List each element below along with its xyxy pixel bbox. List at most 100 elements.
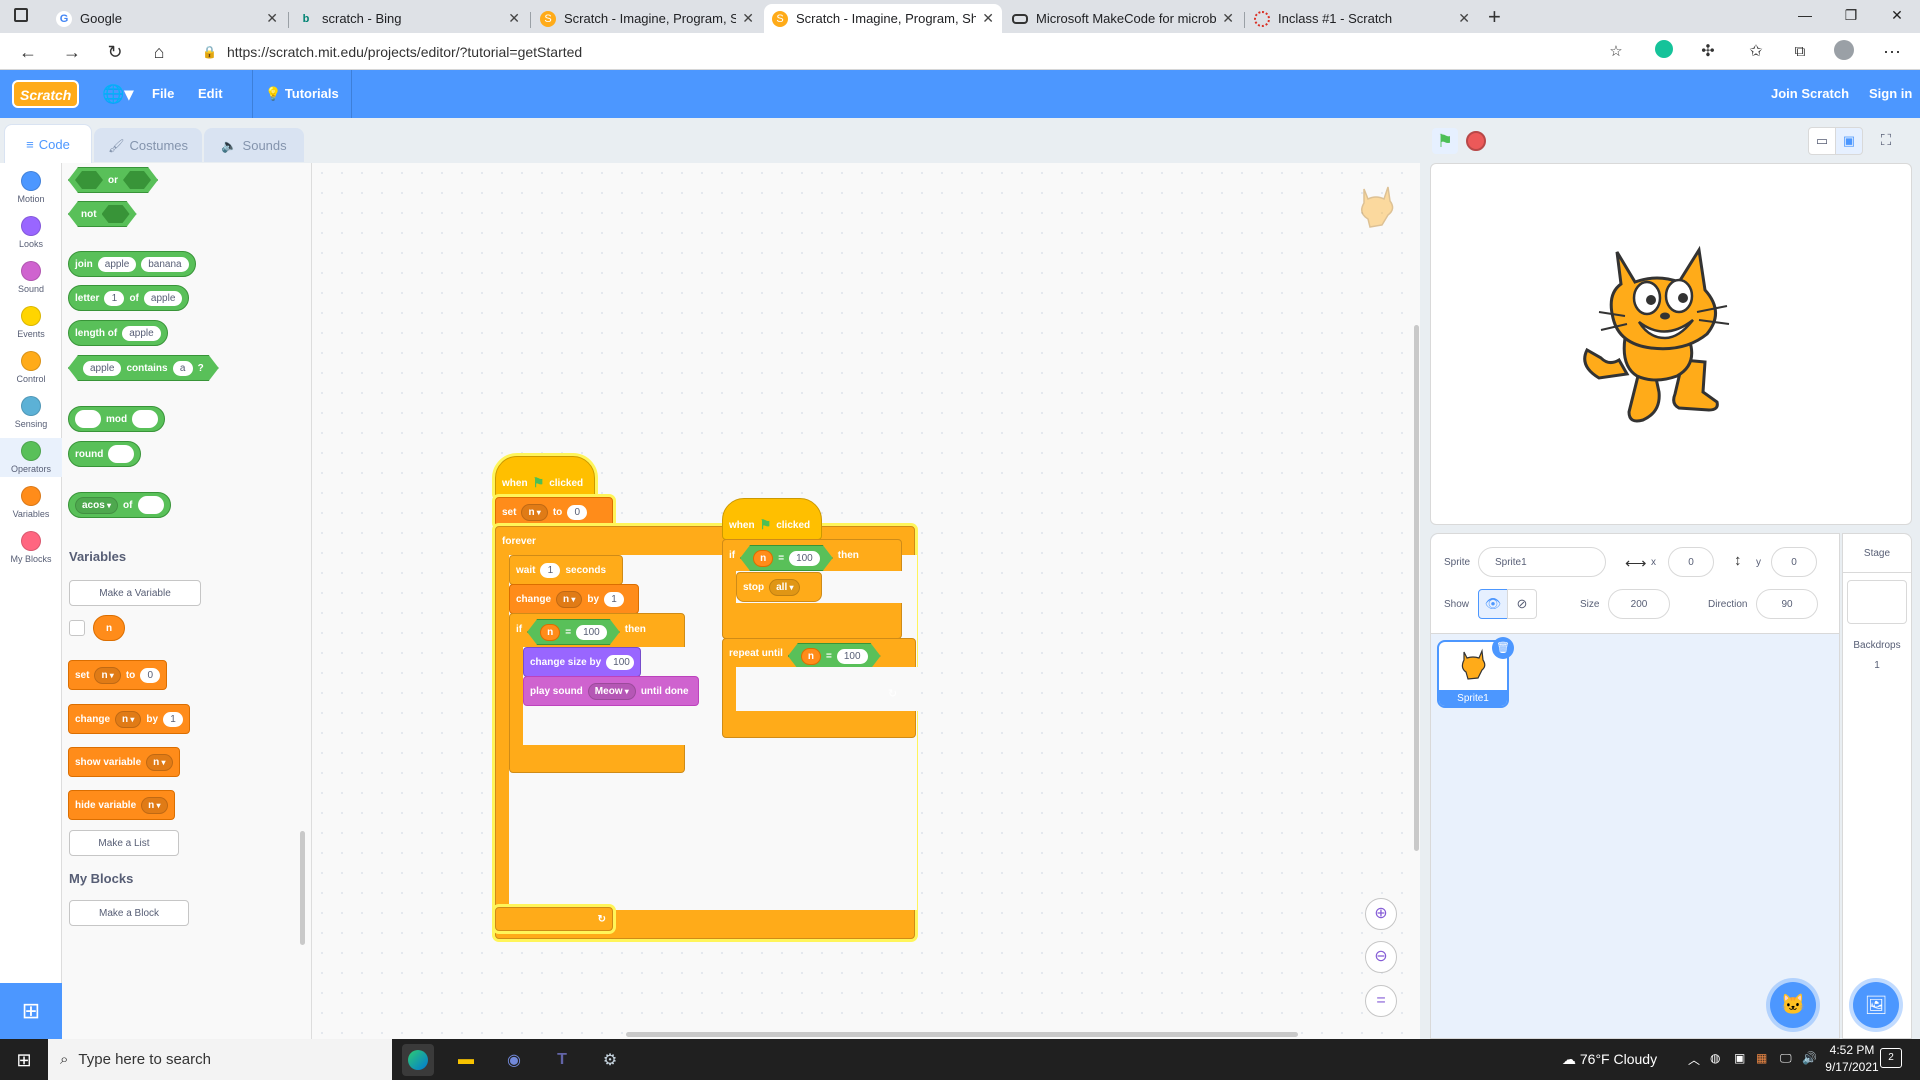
mod-block[interactable]: mod (68, 406, 166, 432)
play-sound-block[interactable]: play soundMeowuntil done (523, 676, 699, 706)
discord-icon[interactable]: ◉ (498, 1044, 530, 1076)
palette-scrollbar[interactable] (300, 831, 305, 945)
make-list-button[interactable]: Make a List (69, 830, 179, 856)
when-flag-clicked-hat[interactable]: when ⚑ clicked (722, 498, 822, 540)
acos-of-block[interactable]: acosof (68, 492, 171, 518)
category-looks[interactable]: Looks (0, 216, 62, 249)
backdrop-thumbnail[interactable] (1847, 580, 1907, 624)
close-tab-icon[interactable]: ✕ (742, 10, 754, 27)
stage-selector[interactable]: Stage Backdrops 1 🖼 (1842, 533, 1912, 1039)
letter-of-block[interactable]: letter 1 of apple (68, 285, 190, 311)
workspace-v-scrollbar[interactable] (1414, 325, 1419, 851)
category-my-blocks[interactable]: My Blocks (0, 531, 62, 564)
code-workspace[interactable]: when⚑clicked setnto0 forever wait1second… (312, 163, 1420, 1039)
zoom-reset-button[interactable]: = (1365, 985, 1397, 1017)
workspace-h-scrollbar[interactable] (626, 1032, 1298, 1037)
tray-app-icon[interactable]: ◍ (1710, 1051, 1720, 1065)
taskbar-search[interactable]: ⌕ Type here to search (48, 1039, 392, 1080)
stop-block[interactable]: stop all (736, 572, 822, 602)
set-n-block[interactable]: setnto0 (495, 497, 613, 527)
more-menu-icon[interactable]: ⋯ (1880, 40, 1904, 64)
scratch-logo[interactable]: Scratch (12, 80, 80, 108)
when-flag-clicked-hat[interactable]: when ⚑ clicked (495, 456, 595, 498)
join-scratch-link[interactable]: Join Scratch (1771, 70, 1849, 118)
equals-operator[interactable]: n = 100 (788, 643, 881, 669)
collections-icon[interactable]: ⧉ (1788, 40, 1812, 64)
zoom-out-button[interactable]: ⊖ (1365, 941, 1397, 973)
tray-app-icon[interactable]: ▦ (1756, 1051, 1767, 1065)
join-block[interactable]: join apple banana (68, 251, 196, 277)
forward-icon[interactable]: → (60, 40, 84, 64)
green-flag-button[interactable]: ⚑ (1432, 128, 1458, 154)
refresh-icon[interactable]: ↻ (103, 40, 127, 64)
teams-icon[interactable]: T (546, 1044, 578, 1076)
y-input[interactable]: 0 (1771, 547, 1817, 577)
wait-block[interactable]: wait 1 seconds (509, 555, 623, 585)
stop-button[interactable] (1466, 131, 1486, 151)
home-icon[interactable]: ⌂ (147, 40, 171, 64)
new-tab-icon[interactable]: + (1488, 4, 1501, 30)
hide-sprite-button[interactable]: ⊘ (1507, 589, 1537, 619)
notification-center[interactable]: 2 (1880, 1048, 1902, 1068)
browser-tab[interactable]: b scratch - Bing ✕ (290, 4, 528, 33)
close-tab-icon[interactable]: ✕ (982, 10, 994, 27)
zoom-in-button[interactable]: ⊕ (1365, 898, 1397, 930)
category-sensing[interactable]: Sensing (0, 396, 62, 429)
change-variable-block[interactable]: changenby1 (68, 704, 191, 734)
restore-icon[interactable]: ❐ (1828, 0, 1874, 33)
choose-sprite-button[interactable]: 🐱 (1770, 982, 1816, 1028)
weather-widget[interactable]: ☁ 76°F Cloudy (1562, 1051, 1657, 1068)
tray-chevron-icon[interactable]: ︿ (1688, 1051, 1700, 1068)
close-tab-icon[interactable]: ✕ (508, 10, 520, 27)
change-size-block[interactable]: change size by 100 (523, 647, 641, 677)
close-tab-icon[interactable]: ✕ (1458, 10, 1470, 27)
file-explorer-icon[interactable]: ▬ (450, 1044, 482, 1076)
make-block-button[interactable]: Make a Block (69, 900, 189, 926)
add-favorite-icon[interactable]: ☆ (1604, 40, 1628, 64)
tray-app-icon[interactable]: ▣ (1734, 1051, 1745, 1065)
browser-tab[interactable]: S Scratch - Imagine, Program, Sha ✕ (532, 4, 762, 33)
file-menu[interactable]: File (152, 70, 174, 118)
favorites-icon[interactable]: ✩ (1744, 40, 1768, 64)
x-input[interactable]: 0 (1668, 547, 1714, 577)
show-variable-block[interactable]: show variable n (68, 747, 180, 777)
network-icon[interactable]: 🖵 (1780, 1051, 1792, 1066)
make-variable-button[interactable]: Make a Variable (69, 580, 201, 606)
browser-tab[interactable]: G Google ✕ (48, 4, 286, 33)
profile-avatar-icon[interactable] (1832, 40, 1856, 64)
tab-code[interactable]: ≡ Code (4, 124, 92, 163)
language-globe-icon[interactable]: 🌐▾ (102, 70, 133, 118)
category-operators[interactable]: Operators (0, 438, 62, 477)
browser-tab-active[interactable]: S Scratch - Imagine, Program, Sha ✕ (764, 4, 1002, 33)
change-n-block[interactable]: changenby1 (509, 584, 639, 614)
large-stage-button[interactable]: ▣ (1835, 127, 1863, 155)
direction-input[interactable]: 90 (1756, 589, 1818, 619)
fullscreen-button[interactable]: ⛶ (1872, 127, 1900, 155)
round-block[interactable]: round (68, 441, 142, 467)
variable-checkbox[interactable] (69, 620, 85, 636)
length-of-block[interactable]: length of apple (68, 320, 168, 346)
stage-canvas[interactable] (1430, 163, 1912, 525)
grammarly-icon[interactable] (1652, 40, 1676, 64)
category-sound[interactable]: Sound (0, 261, 62, 294)
sprite-name-input[interactable]: Sprite1 (1478, 547, 1606, 577)
category-variables[interactable]: Variables (0, 486, 62, 519)
size-input[interactable]: 200 (1608, 589, 1670, 619)
tab-actions-icon[interactable] (14, 8, 28, 22)
or-block[interactable]: or (68, 167, 158, 193)
back-icon[interactable]: ← (16, 40, 40, 64)
equals-operator[interactable]: n = 100 (527, 619, 620, 645)
url-field[interactable]: 🔒 https://scratch.mit.edu/projects/edito… (190, 39, 1630, 65)
edge-icon[interactable] (402, 1044, 434, 1076)
tutorials-button[interactable]: 💡 Tutorials (252, 70, 352, 118)
variable-n-reporter[interactable]: n (93, 615, 126, 641)
tab-sounds[interactable]: 🔈 Sounds (204, 128, 304, 162)
close-window-icon[interactable]: ✕ (1874, 0, 1920, 33)
browser-tab[interactable]: Microsoft MakeCode for microb ✕ (1004, 4, 1242, 33)
show-visible-button[interactable]: 👁 (1478, 589, 1508, 619)
contains-block[interactable]: apple contains a? (68, 355, 219, 381)
tab-costumes[interactable]: 🖌 Costumes (94, 128, 202, 162)
category-control[interactable]: Control (0, 351, 62, 384)
add-extension-button[interactable]: ⊞ (0, 983, 62, 1039)
windows-start-icon[interactable]: ⊞ (8, 1044, 40, 1076)
